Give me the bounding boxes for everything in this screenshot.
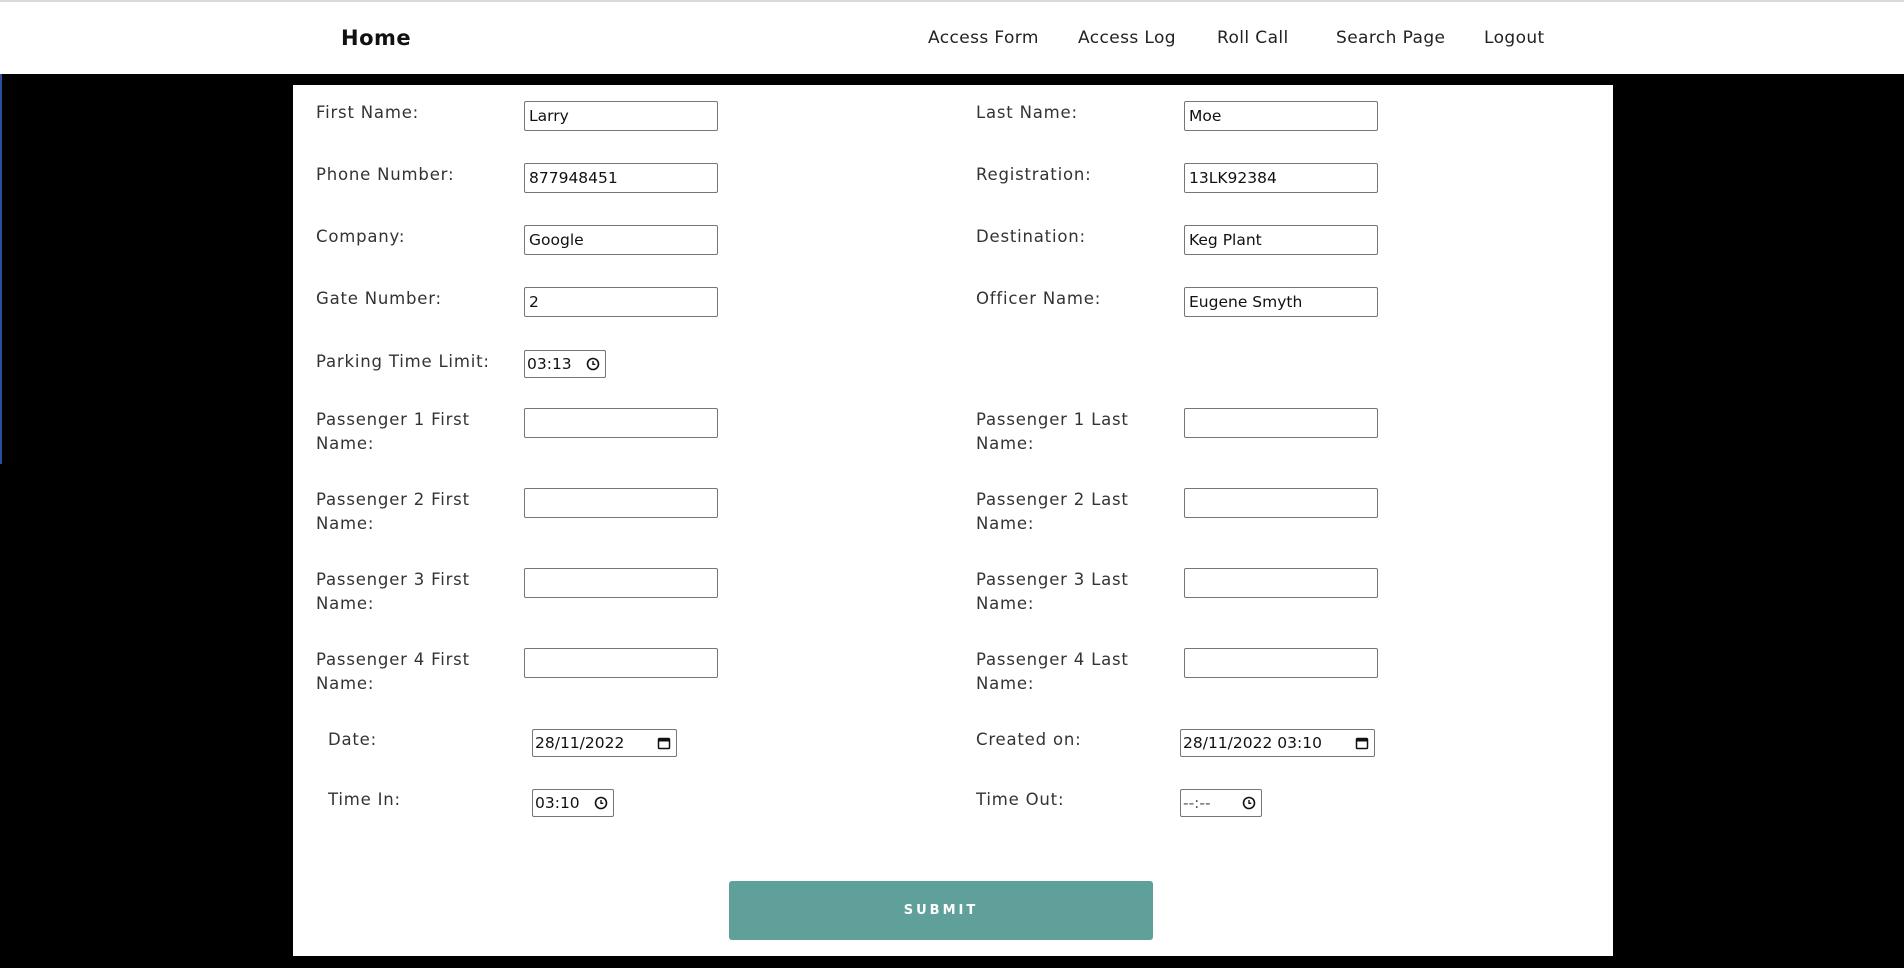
nav-logout[interactable]: Logout [1484, 28, 1545, 48]
company-input[interactable] [524, 225, 718, 255]
clock-icon [586, 357, 600, 371]
nav-roll-call[interactable]: Roll Call [1217, 28, 1289, 48]
phone-number-input[interactable] [524, 163, 718, 193]
passenger-4-last-label: Passenger 4 Last Name: [976, 650, 1129, 693]
phone-number-label: Phone Number: [316, 165, 455, 184]
first-name-label: First Name: [316, 103, 420, 122]
time-out-input[interactable]: --:-- [1180, 789, 1262, 817]
company-label: Company: [316, 227, 406, 246]
passenger-4-first-input[interactable] [524, 648, 718, 678]
registration-label: Registration: [976, 165, 1092, 184]
passenger-2-last-input[interactable] [1184, 488, 1378, 518]
passenger-1-first-input[interactable] [524, 408, 718, 438]
passenger-3-last-label: Passenger 3 Last Name: [976, 570, 1129, 613]
passenger-1-last-input[interactable] [1184, 408, 1378, 438]
created-on-value: 28/11/2022 03:10 [1183, 734, 1322, 752]
passenger-3-last-input[interactable] [1184, 568, 1378, 598]
last-name-input[interactable] [1184, 101, 1378, 131]
registration-input[interactable] [1184, 163, 1378, 193]
top-navbar: Home Access Form Access Log Roll Call Se… [0, 0, 1904, 74]
passenger-3-first-input[interactable] [524, 568, 718, 598]
nav-search-page[interactable]: Search Page [1336, 28, 1445, 48]
parking-time-limit-label: Parking Time Limit: [316, 352, 490, 371]
calendar-icon [1355, 737, 1369, 750]
passenger-2-first-label: Passenger 2 First Name: [316, 490, 470, 533]
access-form: First Name: Last Name: Phone Number: Reg… [293, 85, 1613, 956]
passenger-3-first-label: Passenger 3 First Name: [316, 570, 470, 613]
submit-button[interactable]: SUBMIT [729, 881, 1153, 940]
passenger-1-last-label: Passenger 1 Last Name: [976, 410, 1129, 453]
time-out-value: --:-- [1183, 794, 1211, 812]
home-link[interactable]: Home [341, 26, 411, 50]
passenger-4-last-input[interactable] [1184, 648, 1378, 678]
parking-time-limit-input[interactable]: 03:13 [524, 350, 606, 378]
officer-name-label: Officer Name: [976, 289, 1102, 308]
clock-icon [1242, 796, 1256, 810]
window-edge [0, 74, 2, 464]
date-value: 28/11/2022 [535, 734, 625, 752]
time-in-value: 03:10 [535, 794, 580, 812]
last-name-label: Last Name: [976, 103, 1078, 122]
date-label: Date: [328, 730, 377, 749]
date-input[interactable]: 28/11/2022 [532, 729, 677, 757]
time-out-label: Time Out: [976, 790, 1065, 809]
created-on-label: Created on: [976, 730, 1082, 749]
parking-time-value: 03:13 [527, 355, 572, 373]
clock-icon [594, 796, 608, 810]
destination-label: Destination: [976, 227, 1086, 246]
nav-access-log[interactable]: Access Log [1078, 28, 1176, 48]
time-in-label: Time In: [328, 790, 401, 809]
gate-number-label: Gate Number: [316, 289, 442, 308]
created-on-input[interactable]: 28/11/2022 03:10 [1180, 729, 1375, 757]
calendar-icon [657, 737, 671, 750]
passenger-2-first-input[interactable] [524, 488, 718, 518]
passenger-2-last-label: Passenger 2 Last Name: [976, 490, 1129, 533]
first-name-input[interactable] [524, 101, 718, 131]
officer-name-input[interactable] [1184, 287, 1378, 317]
time-in-input[interactable]: 03:10 [532, 789, 614, 817]
passenger-1-first-label: Passenger 1 First Name: [316, 410, 470, 453]
nav-access-form[interactable]: Access Form [928, 28, 1039, 48]
gate-number-input[interactable] [524, 287, 718, 317]
destination-input[interactable] [1184, 225, 1378, 255]
passenger-4-first-label: Passenger 4 First Name: [316, 650, 470, 693]
